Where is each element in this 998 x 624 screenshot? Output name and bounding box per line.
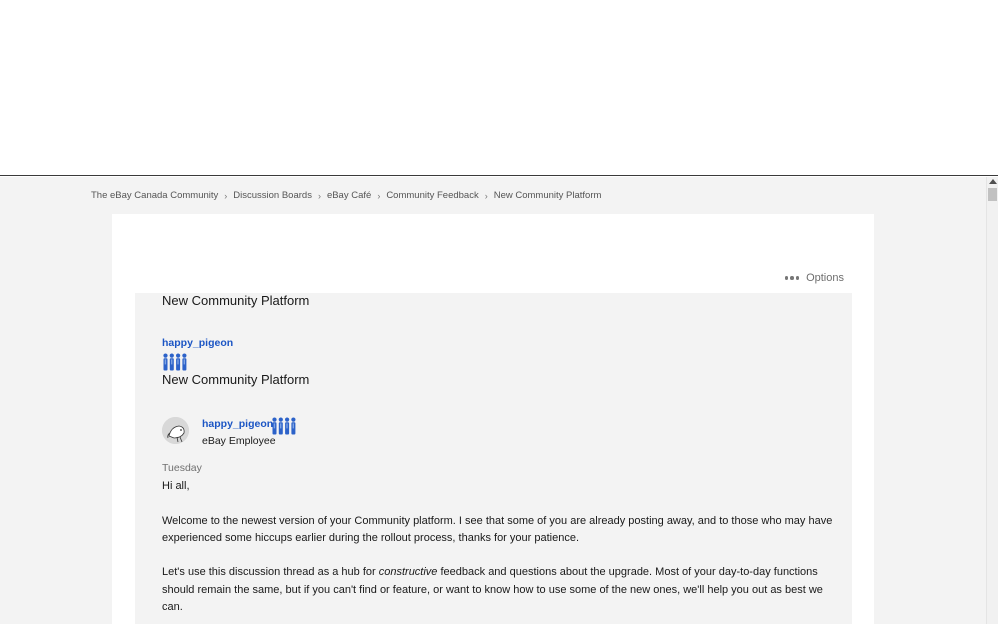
- options-menu-button[interactable]: Options: [784, 272, 844, 284]
- thread-title: New Community Platform: [162, 293, 310, 308]
- post-paragraph-1: Welcome to the newest version of your Co…: [162, 514, 833, 544]
- breadcrumb-separator-icon: ›: [224, 190, 228, 201]
- post-body: Hi all, Welcome to the newest version of…: [162, 478, 842, 624]
- more-dots-icon: [784, 276, 800, 280]
- thread-author-link[interactable]: happy_pigeon: [162, 337, 233, 349]
- avatar[interactable]: [162, 417, 189, 444]
- avatar-pigeon-icon: [162, 417, 189, 444]
- breadcrumb-item-ebay-cafe[interactable]: eBay Café: [327, 190, 371, 201]
- scroll-up-arrow-icon[interactable]: [989, 179, 997, 184]
- post-card: Options New Community Platform happy_pig…: [112, 214, 874, 624]
- blank-top-area: [0, 0, 998, 176]
- post-paragraph-2: Let's use this discussion thread as a hu…: [162, 564, 842, 616]
- options-label: Options: [806, 272, 844, 284]
- breadcrumb: The eBay Canada Community › Discussion B…: [91, 190, 601, 201]
- breadcrumb-item-discussion-boards[interactable]: Discussion Boards: [233, 190, 312, 201]
- scrollbar-thumb[interactable]: [988, 188, 997, 201]
- breadcrumb-separator-icon: ›: [317, 190, 321, 201]
- breadcrumb-item-community[interactable]: The eBay Canada Community: [91, 190, 218, 201]
- post-author-link[interactable]: happy_pigeon: [202, 418, 273, 430]
- post-greeting: Hi all,: [162, 480, 190, 492]
- page-viewport: The eBay Canada Community › Discussion B…: [0, 177, 986, 624]
- breadcrumb-separator-icon: ›: [377, 190, 381, 201]
- breadcrumb-item-current[interactable]: New Community Platform: [494, 190, 602, 201]
- post-panel: New Community Platform happy_pigeon New …: [135, 293, 852, 624]
- breadcrumb-item-community-feedback[interactable]: Community Feedback: [386, 190, 478, 201]
- post-paragraph-2-start: Let's use this discussion thread as a hu…: [162, 566, 379, 579]
- author-role: eBay Employee: [202, 435, 276, 447]
- post-paragraph-2-emphasis: constructive: [378, 566, 438, 579]
- breadcrumb-separator-icon: ›: [484, 190, 488, 201]
- vertical-scrollbar[interactable]: [986, 177, 998, 624]
- post-date: Tuesday: [162, 462, 202, 474]
- post-subject: New Community Platform: [162, 372, 310, 387]
